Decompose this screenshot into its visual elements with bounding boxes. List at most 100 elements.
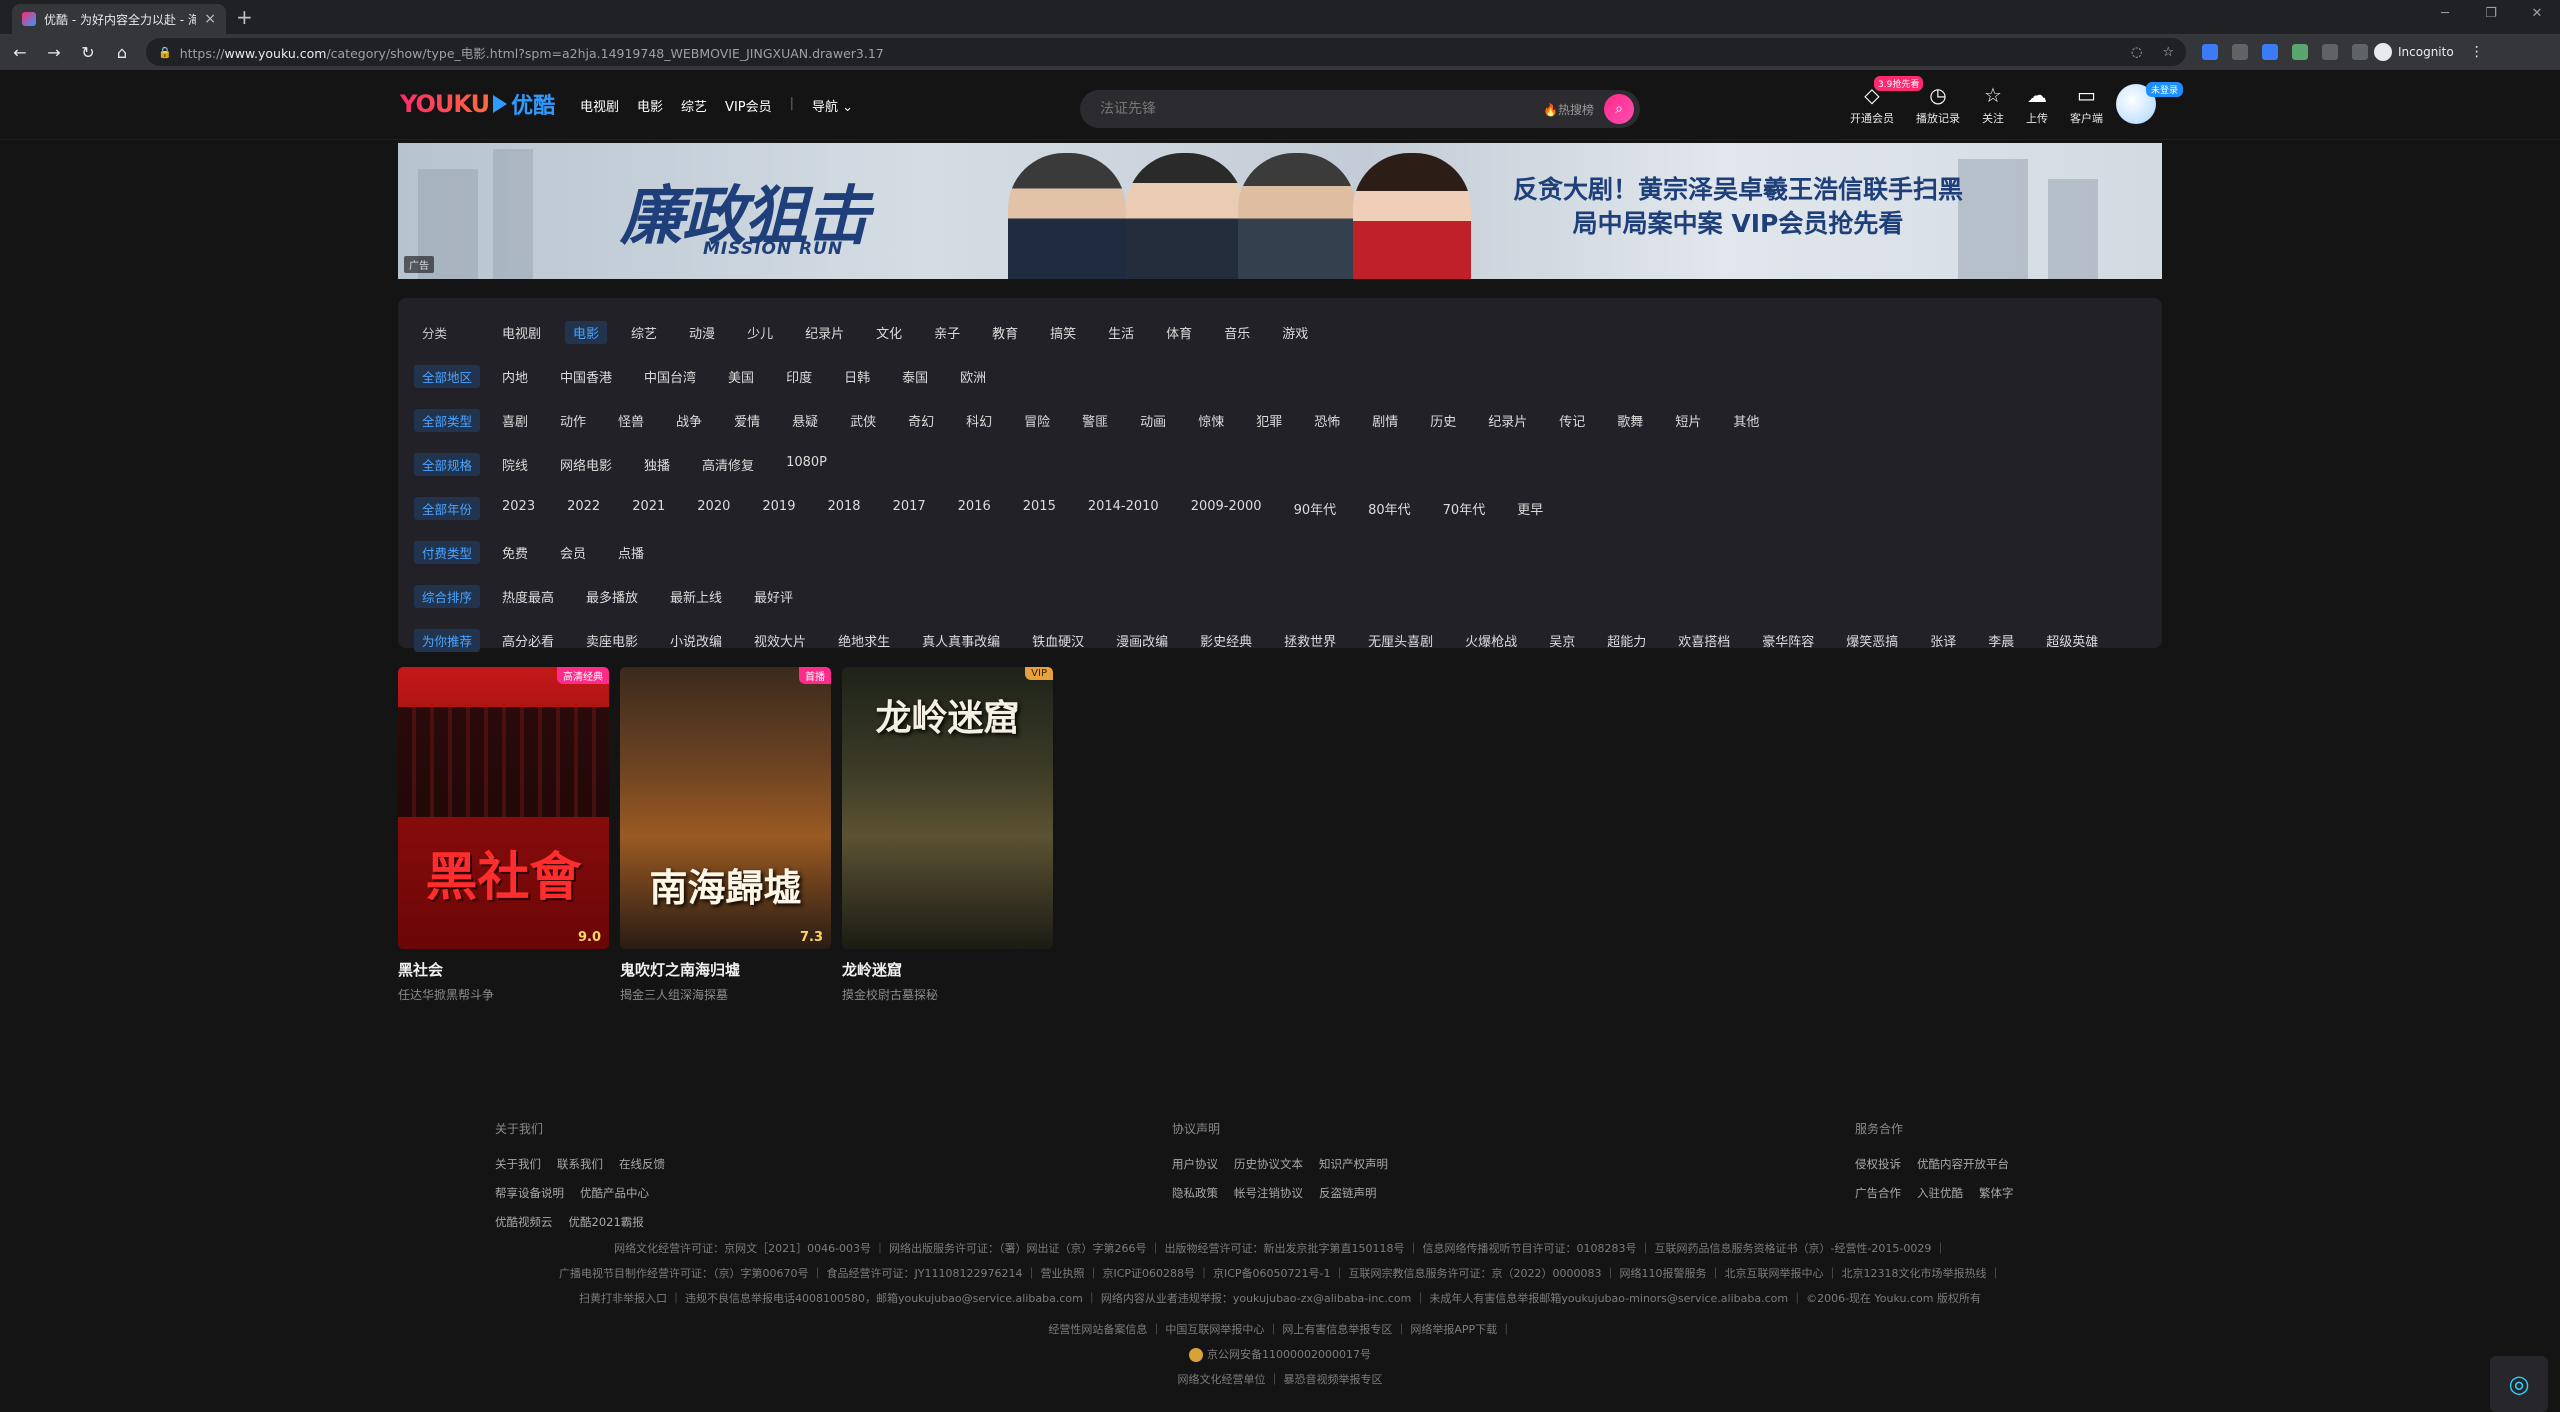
filter-option[interactable]: 网络电影 (552, 453, 620, 476)
filter-option[interactable]: 点播 (610, 541, 652, 564)
eye-off-icon[interactable]: ◌ (2131, 45, 2142, 60)
filter-option[interactable]: 剧情 (1364, 409, 1406, 432)
footer-link[interactable]: 优酷产品中心 (580, 1185, 649, 1201)
forward-icon[interactable]: → (40, 43, 68, 62)
footer-link[interactable]: 历史协议文本 (1234, 1156, 1303, 1172)
history-action[interactable]: ◷ 播放记录 (1916, 84, 1960, 126)
movie-title[interactable]: 鬼吹灯之南海归墟 (620, 959, 831, 980)
home-icon[interactable]: ⌂ (108, 43, 136, 62)
incognito-indicator[interactable]: Incognito (2374, 43, 2454, 61)
filter-option[interactable]: 纪录片 (797, 321, 852, 344)
filter-option[interactable]: 2015 (1015, 497, 1064, 520)
filter-option[interactable]: 张译 (1922, 629, 1964, 652)
filter-option[interactable]: 传记 (1551, 409, 1593, 432)
filter-label[interactable]: 全部地区 (414, 365, 481, 388)
filter-option[interactable]: 绝地求生 (830, 629, 898, 652)
footer-link[interactable]: 帮享设备说明 (495, 1185, 564, 1201)
extension-green-icon[interactable] (2292, 44, 2308, 60)
filter-option[interactable]: 内地 (494, 365, 536, 388)
filter-option[interactable]: 悬疑 (784, 409, 826, 432)
filter-option[interactable]: 90年代 (1286, 497, 1345, 520)
minimize-icon[interactable]: ─ (2422, 0, 2468, 28)
footer-link[interactable]: 优酷视频云 (495, 1214, 553, 1230)
filter-label[interactable]: 全部类型 (414, 409, 481, 432)
filter-option[interactable]: 亲子 (926, 321, 968, 344)
filter-option[interactable]: 中国台湾 (636, 365, 704, 388)
movie-card[interactable]: 黑社會 高清经典 9.0 黑社会 任达华掀黑帮斗争 (398, 667, 609, 1003)
address-bar[interactable]: 🔒 https://www.youku.com/category/show/ty… (146, 38, 2186, 66)
search-button[interactable]: ⌕ (1604, 94, 1634, 124)
filter-option[interactable]: 更早 (1509, 497, 1551, 520)
filter-option[interactable]: 游戏 (1274, 321, 1316, 344)
search-input[interactable] (1100, 101, 1544, 117)
filter-option[interactable]: 喜剧 (494, 409, 536, 432)
footer-link[interactable]: 优酷内容开放平台 (1917, 1156, 2009, 1172)
filter-option[interactable]: 中国香港 (552, 365, 620, 388)
nav-item-variety[interactable]: 综艺 (681, 96, 707, 115)
filter-option[interactable]: 拯救世界 (1276, 629, 1344, 652)
filter-option[interactable]: 真人真事改编 (914, 629, 1008, 652)
filter-option[interactable]: 最新上线 (662, 585, 730, 608)
extension-shield-icon[interactable] (2202, 44, 2218, 60)
sidebar-toggle-icon[interactable] (2352, 44, 2368, 60)
filter-option[interactable]: 美国 (720, 365, 762, 388)
browser-tab[interactable]: 优酷 - 为好内容全力以赴 - 海量正版高清视频在线观看 × (12, 4, 226, 34)
filter-option[interactable]: 爱情 (726, 409, 768, 432)
filter-label[interactable]: 全部年份 (414, 497, 481, 520)
filter-option[interactable]: 影史经典 (1192, 629, 1260, 652)
footer-link[interactable]: 用户协议 (1172, 1156, 1218, 1172)
footer-link[interactable]: 在线反馈 (619, 1156, 665, 1172)
filter-option[interactable]: 纪录片 (1480, 409, 1535, 432)
client-action[interactable]: ▭ 客户端 (2070, 84, 2103, 126)
extension-translate-icon[interactable] (2262, 44, 2278, 60)
filter-option[interactable]: 2023 (494, 497, 543, 520)
browser-menu-icon[interactable]: ⋮ (2470, 44, 2484, 60)
filter-option[interactable]: 80年代 (1360, 497, 1419, 520)
nav-item-tv[interactable]: 电视剧 (580, 96, 619, 115)
filter-option[interactable]: 犯罪 (1248, 409, 1290, 432)
upload-action[interactable]: ☁ 上传 (2026, 84, 2048, 126)
filter-option[interactable]: 警匪 (1074, 409, 1116, 432)
footer-link[interactable]: 反盗链声明 (1319, 1185, 1377, 1201)
filter-option[interactable]: 科幻 (958, 409, 1000, 432)
filter-option[interactable]: 2016 (950, 497, 999, 520)
filter-option[interactable]: 豪华阵容 (1754, 629, 1822, 652)
filter-option[interactable]: 高清修复 (694, 453, 762, 476)
filter-label[interactable]: 综合排序 (414, 585, 481, 608)
filter-option[interactable]: 最多播放 (578, 585, 646, 608)
poster-image[interactable]: 龙岭迷窟 VIP (842, 667, 1053, 949)
close-window-icon[interactable]: ✕ (2514, 0, 2560, 28)
filter-option[interactable]: 欧洲 (952, 365, 994, 388)
filter-option[interactable]: 歌舞 (1609, 409, 1651, 432)
filter-option[interactable]: 动画 (1132, 409, 1174, 432)
filter-option[interactable]: 热度最高 (494, 585, 562, 608)
filter-option[interactable]: 免费 (494, 541, 536, 564)
footer-link[interactable]: 帐号注销协议 (1234, 1185, 1303, 1201)
filter-option[interactable]: 独播 (636, 453, 678, 476)
filter-option[interactable]: 惊悚 (1190, 409, 1232, 432)
filter-option[interactable]: 奇幻 (900, 409, 942, 432)
filter-option[interactable]: 李晨 (1980, 629, 2022, 652)
extension-gray-icon[interactable] (2232, 44, 2248, 60)
filter-option[interactable]: 2019 (754, 497, 803, 520)
hot-search-link[interactable]: 🔥热搜榜 (1543, 101, 1594, 118)
filter-option[interactable]: 会员 (552, 541, 594, 564)
movie-title[interactable]: 黑社会 (398, 959, 609, 980)
vip-action[interactable]: 3.9抢先看 ◇ 开通会员 (1850, 76, 1924, 126)
filter-option[interactable]: 铁血硬汉 (1024, 629, 1092, 652)
new-tab-button[interactable]: + (236, 5, 253, 29)
filter-option[interactable]: 搞笑 (1042, 321, 1084, 344)
filter-option[interactable]: 泰国 (894, 365, 936, 388)
filter-label[interactable]: 全部规格 (414, 453, 481, 476)
extensions-puzzle-icon[interactable] (2322, 44, 2338, 60)
footer-link[interactable]: 优酷2021霸报 (569, 1214, 644, 1230)
filter-option[interactable]: 文化 (868, 321, 910, 344)
footer-link[interactable]: 广告合作 (1855, 1185, 1901, 1201)
filter-option[interactable]: 动作 (552, 409, 594, 432)
filter-option[interactable]: 体育 (1158, 321, 1200, 344)
filter-option[interactable]: 冒险 (1016, 409, 1058, 432)
filter-option[interactable]: 2014-2010 (1080, 497, 1167, 520)
filter-option[interactable]: 高分必看 (494, 629, 562, 652)
filter-option[interactable]: 欢喜搭档 (1670, 629, 1738, 652)
filter-option[interactable]: 怪兽 (610, 409, 652, 432)
